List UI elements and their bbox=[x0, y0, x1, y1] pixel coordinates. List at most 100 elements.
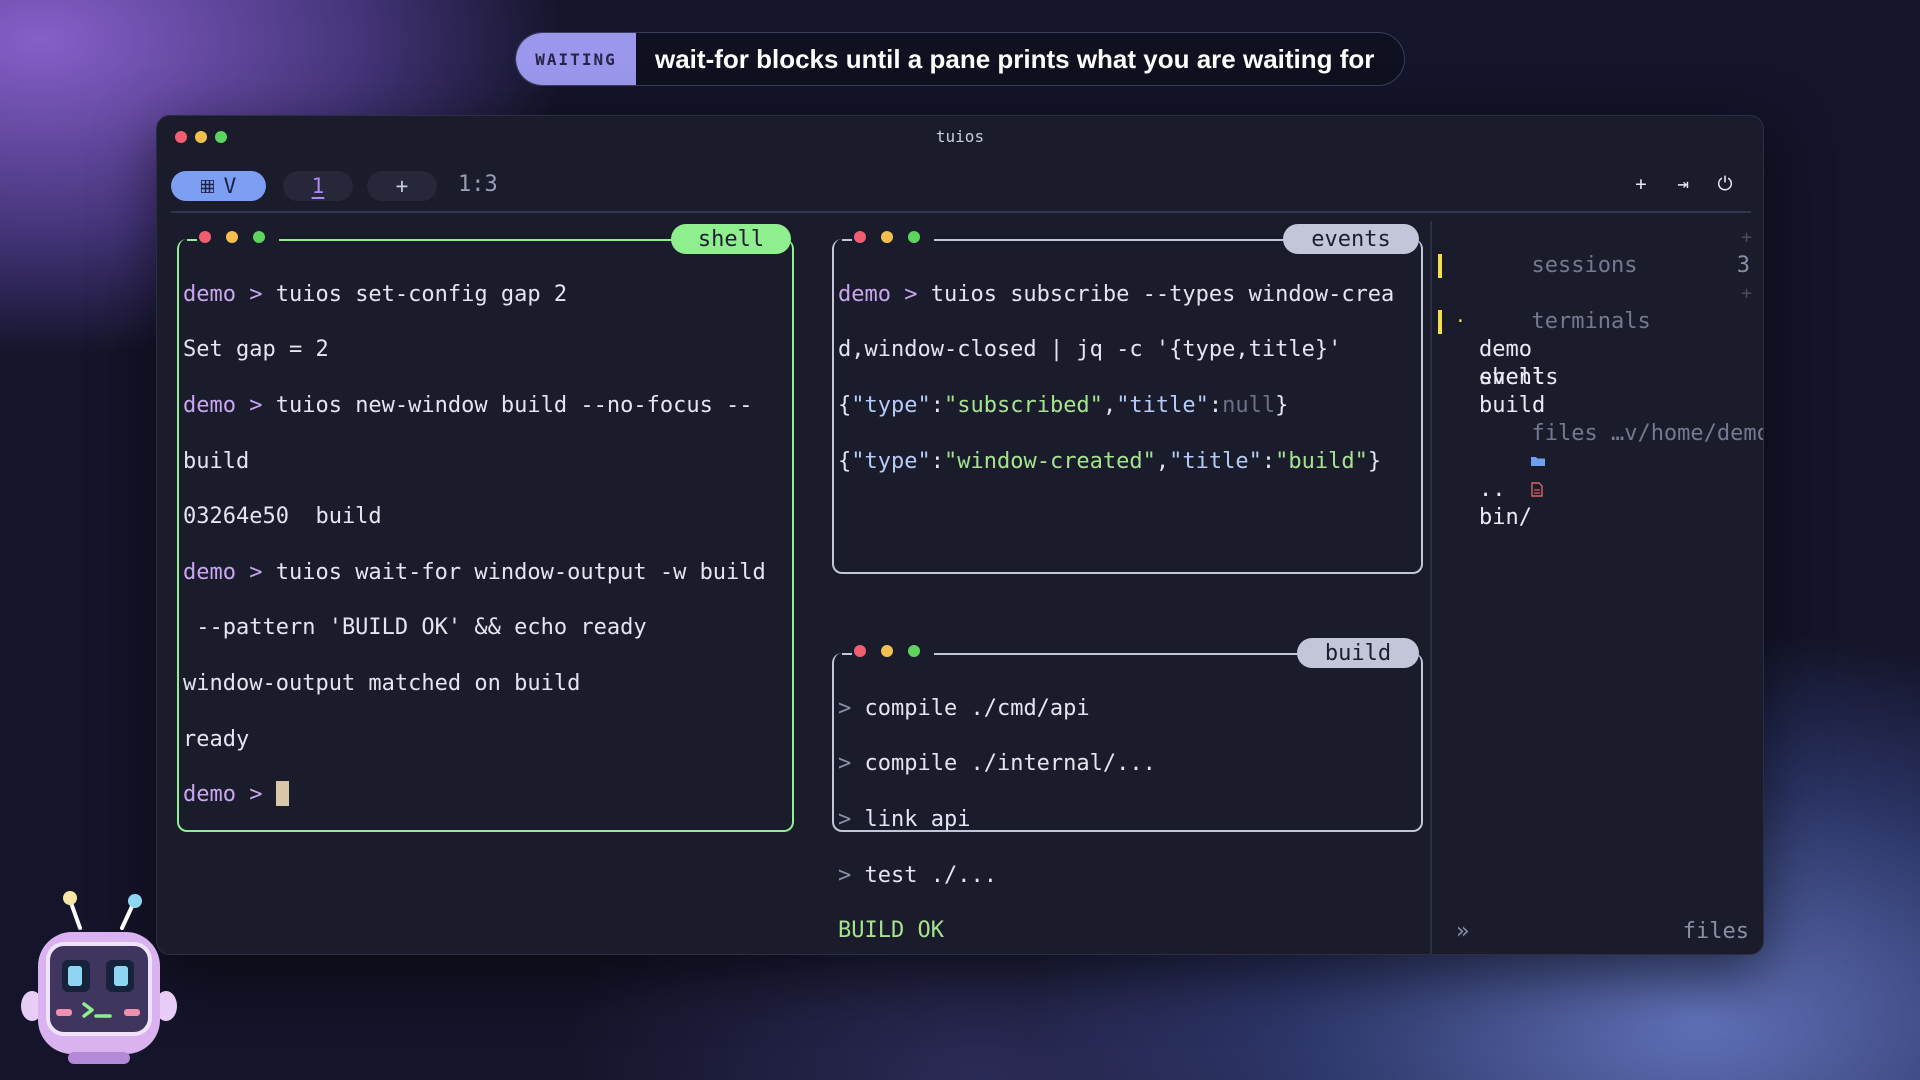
add-session-button[interactable]: + bbox=[1741, 224, 1752, 252]
files-header: files …v/home/demo cd bbox=[1531, 421, 1764, 446]
window-title: tuios bbox=[935, 127, 985, 146]
terminal-line: > test ./... bbox=[838, 862, 997, 888]
terminal-item-events[interactable]: events bbox=[1452, 336, 1752, 390]
json-key: "type" bbox=[851, 448, 931, 474]
top-bar: V 1 + 1:3 + ⇥ ⏻ bbox=[171, 171, 1749, 201]
robot-mascot-icon bbox=[18, 888, 180, 1068]
add-workspace-button[interactable]: + bbox=[367, 171, 437, 201]
json-key: "title" bbox=[1169, 448, 1262, 474]
terminal-line: demo > tuios subscribe --types window-cr… bbox=[838, 281, 1417, 309]
terminal-line: demo > tuios wait-for window-output -w b… bbox=[183, 559, 788, 587]
terminal-item-build[interactable]: build bbox=[1452, 364, 1752, 418]
new-window-icon[interactable]: + bbox=[1631, 173, 1651, 195]
shell-prompt: demo > bbox=[183, 281, 276, 307]
active-indicator bbox=[1438, 254, 1442, 278]
active-indicator bbox=[1438, 310, 1442, 334]
shell-prompt: demo > bbox=[183, 782, 276, 808]
sidebar-divider bbox=[1430, 221, 1432, 954]
terminal-line: ready bbox=[183, 726, 250, 752]
build-result: BUILD OK bbox=[838, 918, 944, 944]
terminal-line: 03264e50 build bbox=[183, 504, 382, 530]
mode-indicator[interactable]: V bbox=[171, 171, 266, 201]
json-key: "type" bbox=[851, 392, 931, 418]
toolbar-divider bbox=[171, 211, 1751, 213]
terminals-header: terminals + bbox=[1452, 280, 1752, 334]
session-window-count: 3 bbox=[1736, 253, 1750, 278]
session-item-demo[interactable]: · demo 3 bbox=[1438, 252, 1752, 362]
power-icon[interactable]: ⏻ bbox=[1715, 173, 1735, 195]
json-line: {"type":"window-created","title":"build"… bbox=[838, 448, 1382, 474]
build-pane[interactable]: build > compile ./cmd/api > compile ./in… bbox=[832, 638, 1423, 943]
caption-banner: WAITING wait-for blocks until a pane pri… bbox=[515, 32, 1405, 86]
terminal-window: tuios V 1 + 1:3 + ⇥ ⏻ shell demo > tuios… bbox=[156, 115, 1764, 955]
layout-indicator: 1:3 bbox=[458, 172, 498, 197]
top-actions: + ⇥ ⏻ bbox=[1631, 173, 1735, 195]
pane-zoom-light[interactable] bbox=[908, 645, 920, 657]
workspace-tab-1[interactable]: 1 bbox=[283, 171, 353, 201]
pane-title-events: events bbox=[1283, 224, 1419, 254]
terminal-line: demo > tuios new-window build --no-focus… bbox=[183, 392, 788, 420]
expand-icon[interactable]: » bbox=[1456, 919, 1469, 944]
terminal-line: build bbox=[183, 448, 250, 474]
pane-minimize-light[interactable] bbox=[881, 645, 893, 657]
pane-minimize-light[interactable] bbox=[226, 231, 238, 243]
json-value: "build" bbox=[1275, 448, 1368, 474]
json-null: null bbox=[1222, 392, 1276, 418]
events-pane[interactable]: events demo > tuios subscribe --types wi… bbox=[832, 224, 1423, 574]
files-toggle[interactable]: files bbox=[1683, 919, 1749, 944]
detach-icon[interactable]: ⇥ bbox=[1673, 173, 1693, 195]
pane-lights bbox=[199, 231, 265, 243]
pane-minimize-light[interactable] bbox=[881, 231, 893, 243]
json-line: {"type":"subscribed","title":null} bbox=[838, 392, 1289, 418]
status-badge: WAITING bbox=[516, 33, 636, 85]
terminal-item-shell[interactable]: shell bbox=[1438, 308, 1752, 390]
grid-icon bbox=[200, 179, 214, 193]
terminal-line: > compile ./cmd/api bbox=[838, 695, 1090, 721]
text-cursor bbox=[275, 781, 289, 807]
shell-prompt: demo > bbox=[838, 281, 931, 307]
pane-lights bbox=[854, 645, 920, 657]
command-text: tuios wait-for window-output -w build bbox=[275, 559, 766, 585]
pane-title-build: build bbox=[1297, 638, 1419, 668]
terminal-line: demo > tuios set-config gap 2 bbox=[183, 281, 788, 309]
command-text: tuios subscribe --types window-crea bbox=[930, 281, 1395, 307]
build-output: > compile ./cmd/api > compile ./internal… bbox=[838, 667, 1417, 954]
terminal-line: Set gap = 2 bbox=[183, 337, 329, 363]
caption-text: wait-for blocks until a pane prints what… bbox=[655, 43, 1375, 74]
sidebar-footer: » files bbox=[1453, 919, 1755, 947]
events-output: demo > tuios subscribe --types window-cr… bbox=[838, 253, 1417, 531]
terminal-line: > compile ./internal/... bbox=[838, 751, 1156, 777]
sidebar: sessions + · demo 3 terminals + shell ev… bbox=[1438, 224, 1764, 924]
command-text: tuios new-window build --no-focus -- bbox=[275, 392, 753, 418]
terminal-line: window-output matched on build bbox=[183, 670, 581, 696]
pane-close-light[interactable] bbox=[199, 231, 211, 243]
sessions-header: sessions + bbox=[1452, 224, 1752, 278]
shell-output: demo > tuios set-config gap 2 Set gap = … bbox=[183, 253, 788, 865]
shell-pane[interactable]: shell demo > tuios set-config gap 2 Set … bbox=[177, 224, 794, 832]
build-step: link api bbox=[864, 806, 971, 832]
pane-title-shell: shell bbox=[671, 224, 791, 254]
title-bar: tuios bbox=[157, 116, 1763, 156]
json-value: "window-created" bbox=[943, 448, 1156, 474]
add-terminal-button[interactable]: + bbox=[1741, 280, 1752, 308]
file-item-parent[interactable]: .. bbox=[1452, 420, 1752, 502]
pane-zoom-light[interactable] bbox=[908, 231, 920, 243]
terminal-line: demo > bbox=[183, 781, 788, 809]
terminal-line: > link api bbox=[838, 806, 971, 832]
file-item-bin[interactable]: bin/ bbox=[1452, 448, 1752, 530]
pane-zoom-light[interactable] bbox=[253, 231, 265, 243]
build-step: test ./... bbox=[864, 862, 997, 888]
pane-close-light[interactable] bbox=[854, 231, 866, 243]
build-step: compile ./internal/... bbox=[864, 751, 1156, 777]
mode-label: V bbox=[223, 174, 237, 198]
build-step: compile ./cmd/api bbox=[864, 695, 1090, 721]
pane-lights bbox=[854, 231, 920, 243]
command-text: tuios set-config gap 2 bbox=[275, 281, 568, 307]
shell-prompt: demo > bbox=[183, 392, 276, 418]
terminal-line: d,window-closed | jq -c '{type,title}' bbox=[838, 337, 1342, 363]
shell-prompt: demo > bbox=[183, 559, 276, 585]
pane-close-light[interactable] bbox=[854, 645, 866, 657]
terminal-line: --pattern 'BUILD OK' && echo ready bbox=[183, 615, 647, 641]
json-key: "title" bbox=[1116, 392, 1209, 418]
workspace-tab-label: 1 bbox=[311, 174, 325, 198]
